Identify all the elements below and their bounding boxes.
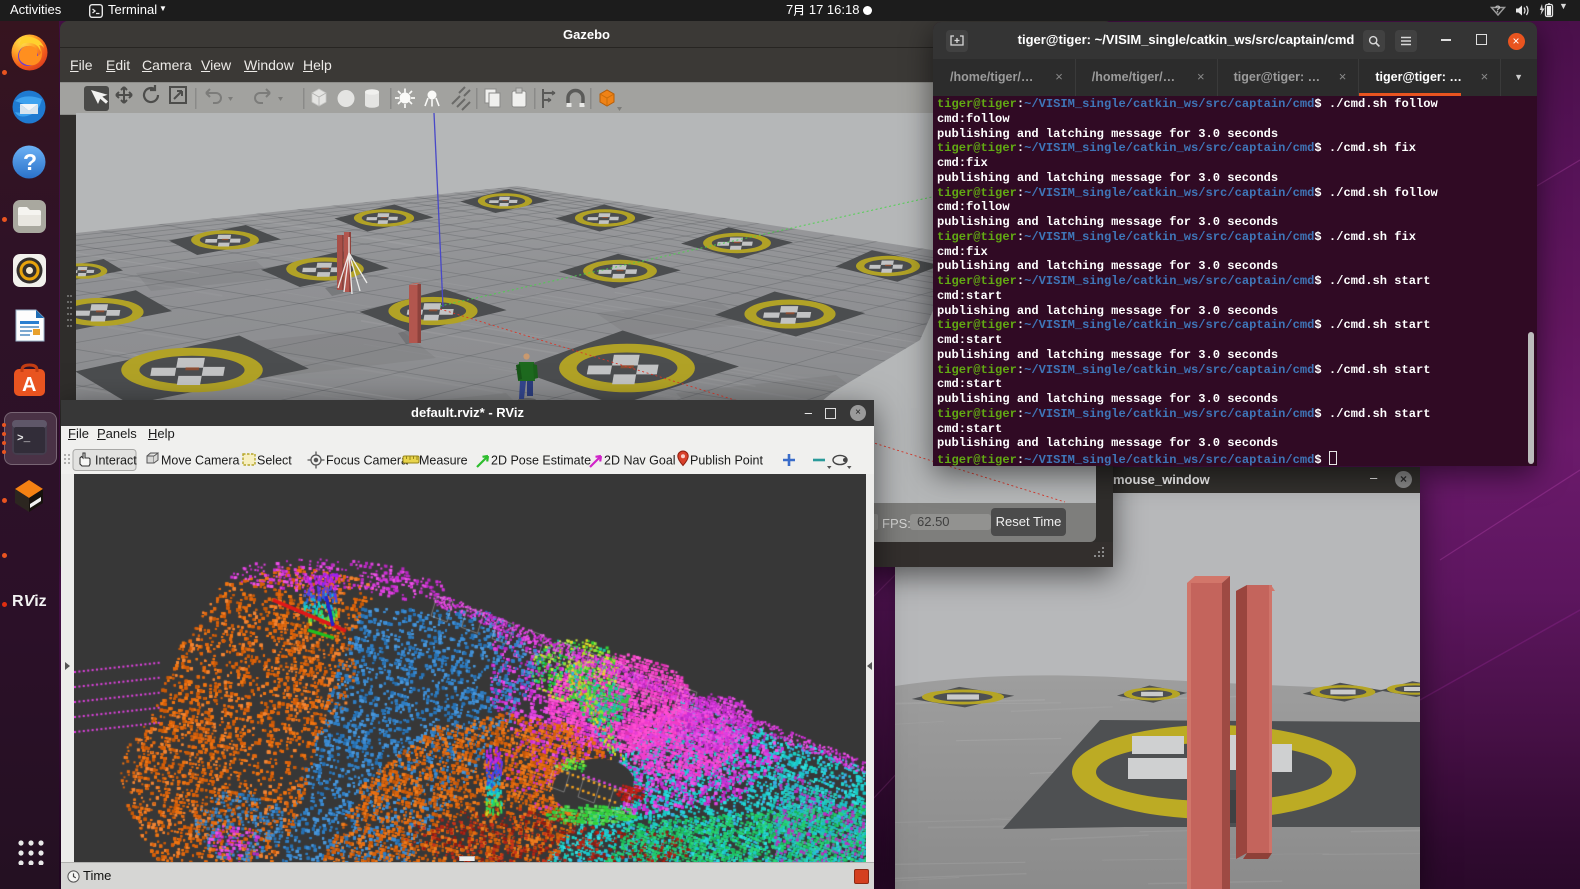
svg-text:Select: Select bbox=[257, 454, 292, 468]
svg-text:Measure: Measure bbox=[419, 454, 468, 468]
svg-text:A: A bbox=[22, 374, 36, 396]
svg-text:Interact: Interact bbox=[95, 454, 137, 468]
svg-text:Move Camera: Move Camera bbox=[161, 454, 240, 468]
svg-text:>_: >_ bbox=[17, 433, 31, 445]
svg-text:Publish Point: Publish Point bbox=[690, 454, 763, 468]
svg-text:2D Nav Goal: 2D Nav Goal bbox=[604, 454, 676, 468]
svg-text:?: ? bbox=[23, 149, 37, 175]
svg-text:?: ? bbox=[1495, 5, 1501, 16]
svg-text:Focus Camera: Focus Camera bbox=[326, 454, 408, 468]
svg-text:2D Pose Estimate: 2D Pose Estimate bbox=[491, 454, 591, 468]
